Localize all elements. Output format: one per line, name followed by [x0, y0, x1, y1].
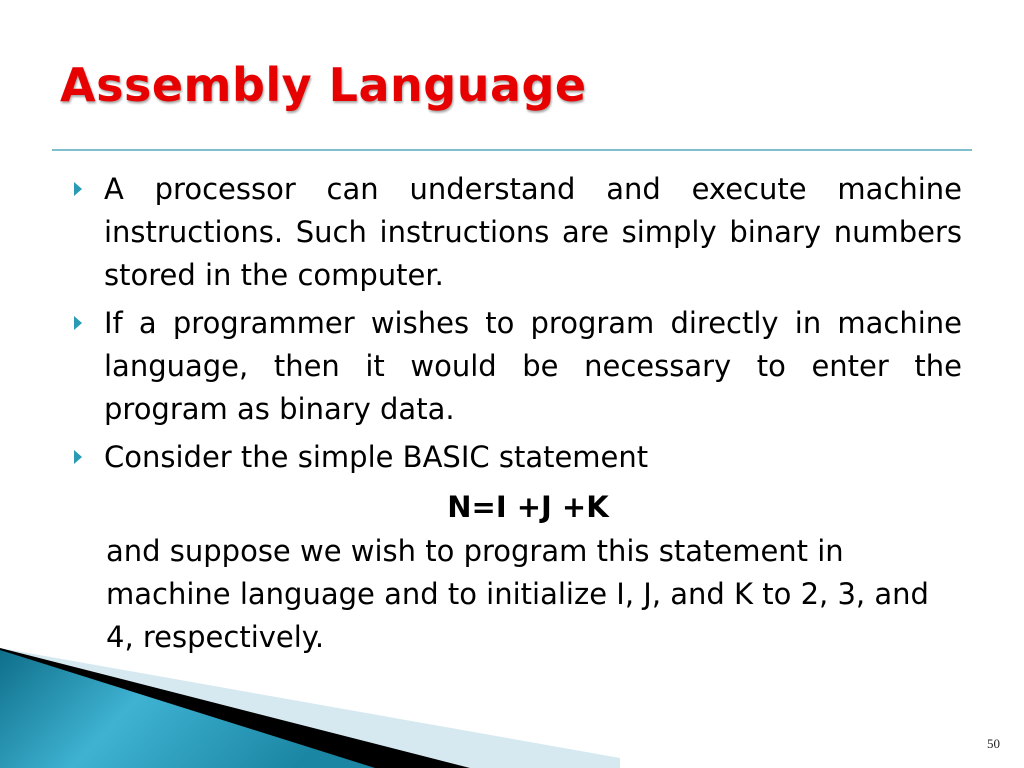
slide-content: A processor can understand and execute m… [74, 168, 962, 659]
basic-statement: N=I +J +K [447, 490, 609, 524]
slide-title: Assembly Language [60, 58, 587, 112]
bullet-arrow-icon [74, 450, 82, 464]
bullet-arrow-icon [74, 316, 82, 330]
bullet-text: If a programmer wishes to program direct… [104, 306, 962, 426]
bullet-item: Consider the simple BASIC statement [74, 436, 962, 479]
bullet-text: Consider the simple BASIC statement [104, 440, 649, 474]
bullet-arrow-icon [74, 182, 82, 196]
bullet-item: If a programmer wishes to program direct… [74, 302, 962, 431]
bullet-text: A processor can understand and execute m… [104, 172, 962, 292]
page-number: 50 [987, 736, 1000, 751]
title-divider [52, 149, 972, 151]
corner-decoration [0, 648, 620, 768]
bullet-item: A processor can understand and execute m… [74, 168, 962, 297]
